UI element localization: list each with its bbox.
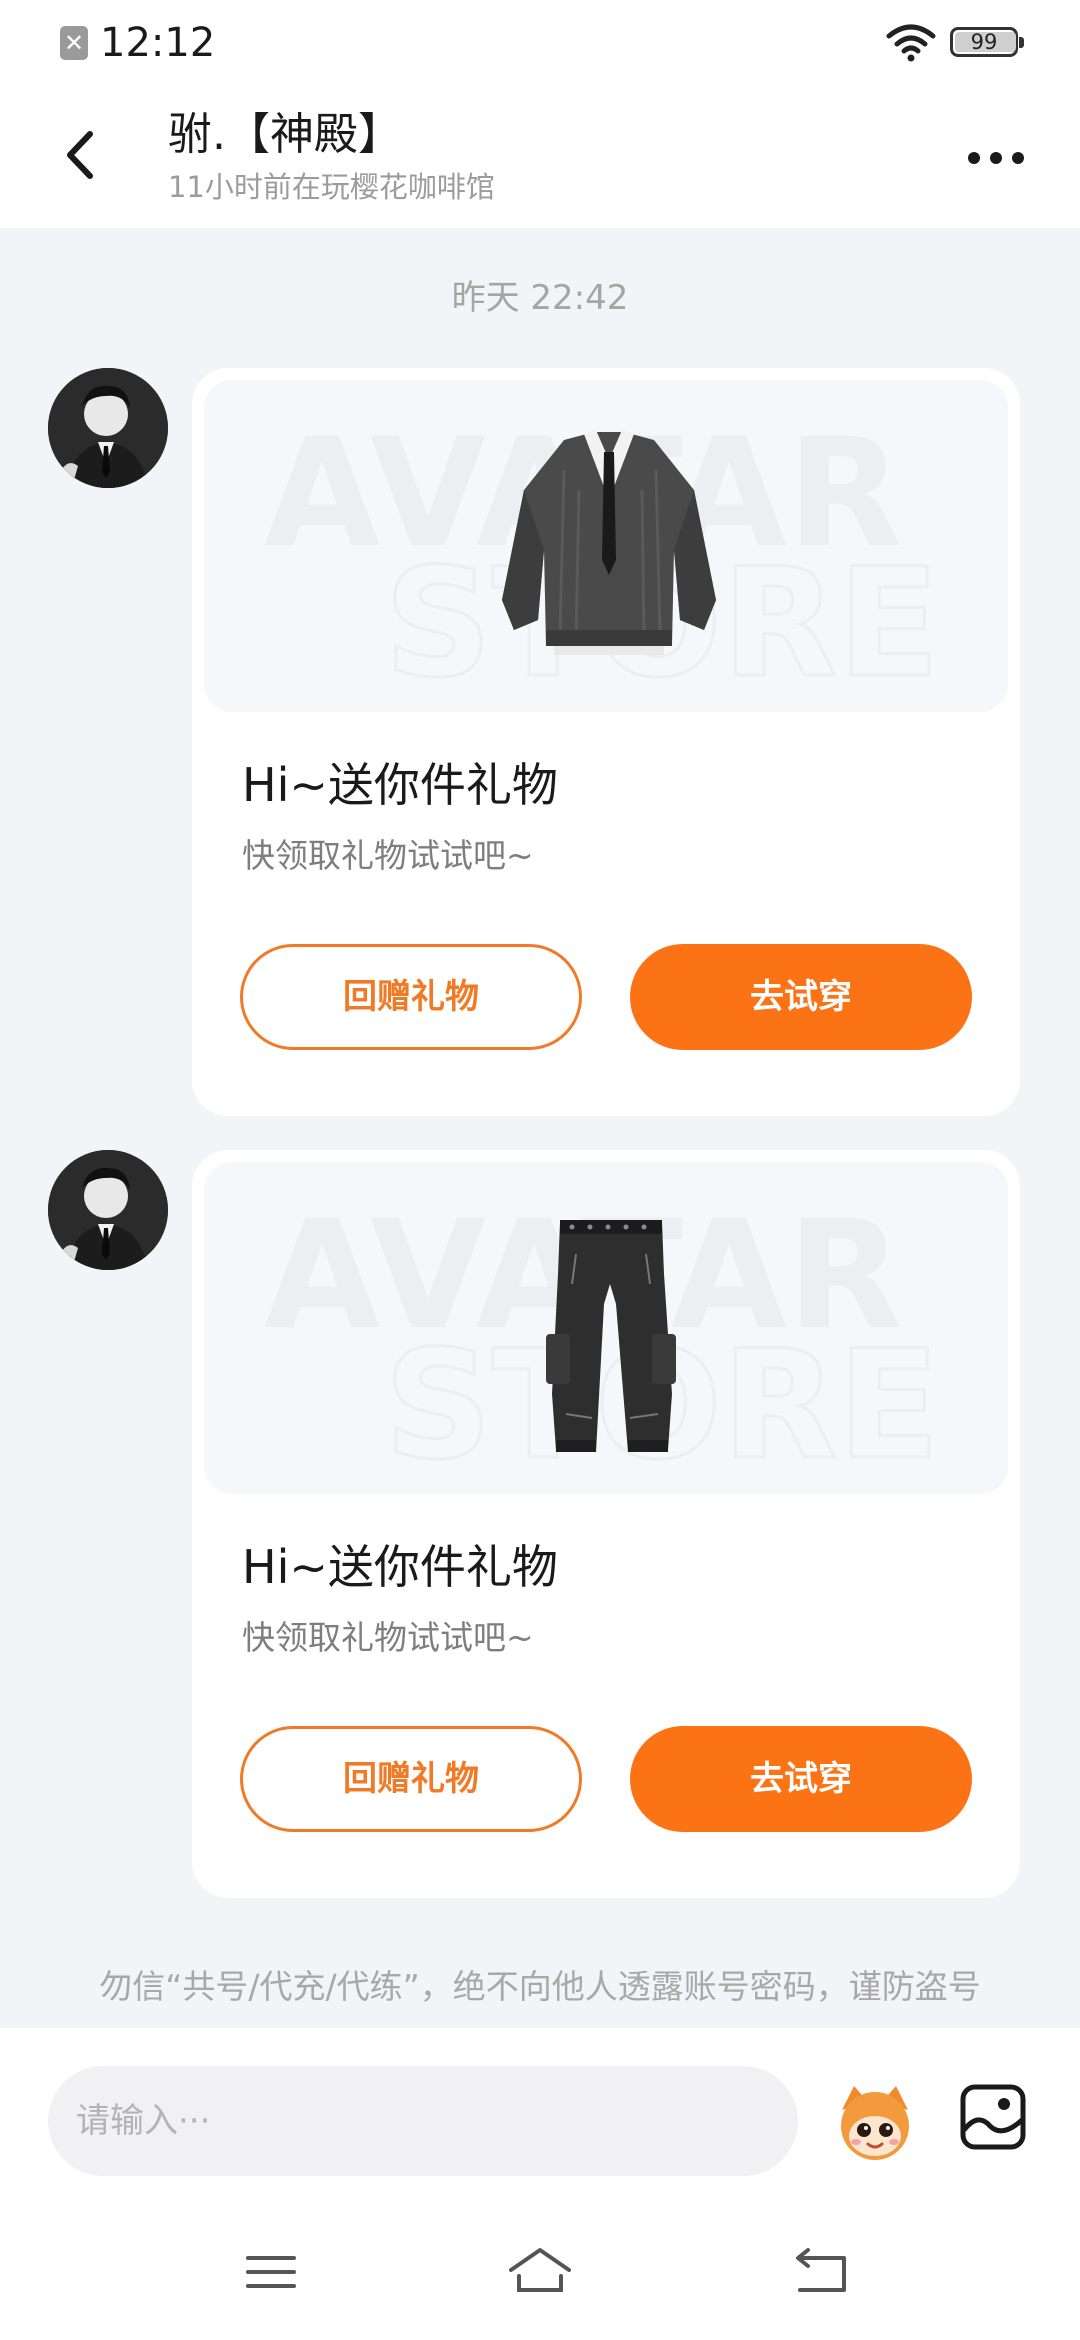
status-time: 12:12 (100, 20, 216, 66)
sender-avatar[interactable] (48, 1150, 168, 1270)
chat-header: 驸.【神殿】 11小时前在玩樱花咖啡馆 (0, 88, 1080, 228)
gift-image-area: AVATAR STORE (204, 380, 1008, 712)
gift-image-area: AVATAR STORE (204, 1162, 1008, 1494)
mascot-face-icon[interactable] (832, 2080, 918, 2166)
battery-text: 99 (970, 30, 998, 54)
gift-card[interactable]: AVATAR STORE Hi~送你件礼物 快领取礼物试试吧~ 回赠礼物 去试穿 (192, 368, 1020, 1116)
gift-card[interactable]: AVATAR STORE Hi~送你件礼物 快领 (192, 1150, 1020, 1898)
try-on-button[interactable]: 去试穿 (630, 944, 972, 1050)
input-bar (0, 2028, 1080, 2208)
return-gift-button[interactable]: 回赠礼物 (240, 944, 582, 1050)
avatar-portrait (48, 368, 168, 488)
more-dot (968, 152, 980, 164)
message-timestamp: 昨天 22:42 (451, 278, 629, 318)
try-on-button[interactable]: 去试穿 (630, 1726, 972, 1832)
gift-title: Hi~送你件礼物 (242, 758, 558, 812)
menu-icon[interactable] (236, 2242, 306, 2302)
sweater-with-tie-icon (502, 430, 716, 655)
more-dot (1012, 152, 1024, 164)
avatar-portrait (48, 1150, 168, 1270)
more-dot (990, 152, 1002, 164)
wifi-icon (886, 24, 936, 62)
return-icon[interactable] (786, 2242, 856, 2302)
system-nav-bar (0, 2208, 1080, 2340)
contact-status: 11小时前在玩樱花咖啡馆 (168, 170, 495, 204)
chevron-left-icon[interactable] (52, 120, 112, 190)
sender-avatar[interactable] (48, 368, 168, 488)
cargo-pants-icon (546, 1220, 676, 1452)
close-box-icon: ✕ (60, 26, 88, 60)
status-bar: ✕ 12:12 99 (0, 0, 1080, 88)
image-picker-icon[interactable] (958, 2082, 1028, 2152)
gift-title: Hi~送你件礼物 (242, 1540, 558, 1594)
return-gift-button[interactable]: 回赠礼物 (240, 1726, 582, 1832)
message-input[interactable] (48, 2066, 798, 2176)
contact-name[interactable]: 驸.【神殿】 (168, 106, 402, 164)
gift-subtitle: 快领取礼物试试吧~ (242, 836, 534, 875)
chat-area[interactable]: 昨天 22:42 AVATAR STORE (0, 228, 1080, 2028)
gift-subtitle: 快领取礼物试试吧~ (242, 1618, 534, 1657)
home-icon[interactable] (505, 2242, 575, 2302)
battery-indicator: 99 (950, 27, 1024, 57)
more-dots-icon[interactable] (964, 138, 1028, 178)
